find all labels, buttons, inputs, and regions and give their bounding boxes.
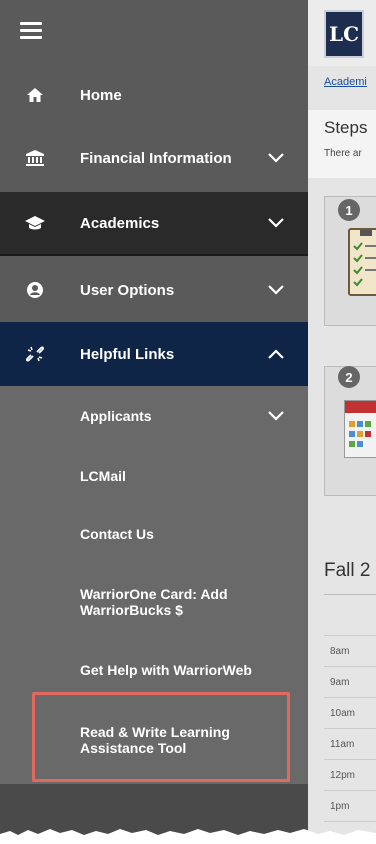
hamburger-menu-icon[interactable] [20, 22, 42, 40]
time-label: 10am [324, 698, 376, 729]
time-label: 1pm [324, 791, 376, 822]
sidebar-item-user-options[interactable]: User Options [0, 258, 308, 322]
bank-icon [24, 147, 46, 169]
link-lcmail[interactable]: LCMail [80, 468, 126, 484]
link-warriorone-card[interactable]: WarriorOne Card: Add WarriorBucks $ [80, 586, 260, 618]
time-label: 9am [324, 667, 376, 698]
time-label: 12pm [324, 760, 376, 791]
time-label: 8am [324, 636, 376, 667]
sidebar-item-label: User Options [80, 281, 175, 299]
chevron-down-icon [268, 153, 284, 163]
schedule-title: Fall 2 [324, 560, 371, 581]
link-get-help-warriorweb[interactable]: Get Help with WarriorWeb [80, 662, 290, 678]
sidebar-item-helpful-links[interactable]: Helpful Links [0, 322, 308, 386]
main-content: LC Academi Steps There ar 1 2 Fall 2 8am… [308, 0, 376, 844]
calendar-icon [344, 400, 376, 458]
torn-edge [0, 829, 376, 844]
header-bar: LC [308, 0, 376, 66]
sidebar-item-home[interactable]: Home [0, 66, 308, 124]
chevron-down-icon [268, 285, 284, 295]
sidebar-item-label: Helpful Links [80, 345, 175, 363]
link-contact-us[interactable]: Contact Us [80, 526, 154, 542]
sidebar-item-academics[interactable]: Academics [0, 192, 308, 256]
time-label: 11am [324, 729, 376, 760]
chevron-down-icon[interactable] [266, 406, 286, 426]
sidebar-item-label: Home [80, 86, 122, 104]
sidebar-item-label: Academics [80, 214, 160, 232]
chevron-down-icon [268, 218, 284, 228]
highlight-box [32, 692, 290, 782]
sidebar-item-label: Financial Information [80, 149, 232, 167]
step-number-1: 1 [338, 199, 360, 221]
user-icon [24, 279, 46, 301]
steps-title: Steps [324, 118, 368, 137]
link-applicants[interactable]: Applicants [80, 408, 280, 424]
chevron-up-icon [268, 349, 284, 359]
breadcrumb-academics[interactable]: Academi [324, 76, 367, 88]
schedule-grid: 8am 9am 10am 11am 12pm 1pm [324, 594, 376, 822]
step-number-2: 2 [338, 366, 360, 388]
graduation-cap-icon [24, 212, 46, 234]
steps-subtitle: There ar [324, 148, 362, 159]
checklist-icon [348, 228, 376, 296]
home-icon [24, 84, 46, 106]
broken-link-icon [24, 343, 46, 365]
sidebar-item-financial-information[interactable]: Financial Information [0, 126, 308, 190]
college-logo[interactable]: LC [324, 10, 364, 58]
